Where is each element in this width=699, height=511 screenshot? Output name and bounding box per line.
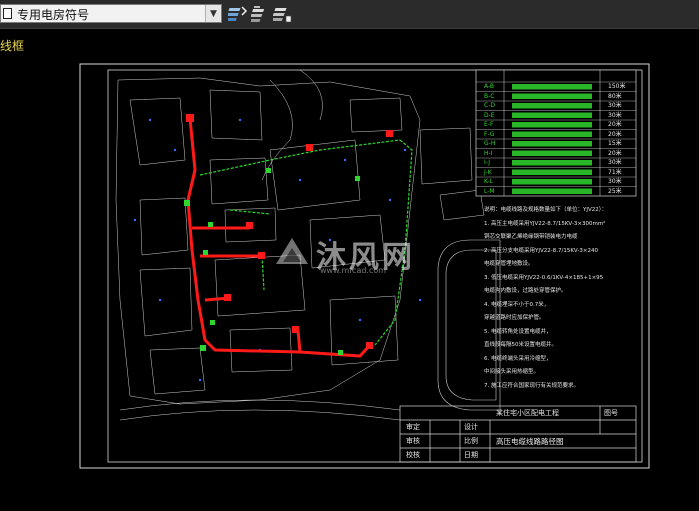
table-row-segment: F-G [484, 130, 495, 138]
cable-spec-swatch [512, 122, 592, 128]
note-line: 直线段每隔50米设置电缆井。 [484, 342, 557, 348]
note-line: 6. 电缆终端头采用冷缩型， [484, 355, 552, 362]
title-label-approve: 审定 [406, 423, 420, 431]
note-line: 电缆沟内敷设，过路处穿管保护。 [484, 288, 567, 294]
site-watermark: 沐风网 www.mfcad.com [270, 232, 440, 278]
table-row-segment: B-C [484, 92, 495, 100]
table-row-length: 15米 [608, 140, 622, 147]
table-row-segment: A-B [484, 83, 495, 90]
table-row-segment: D-E [484, 111, 495, 119]
note-line: 电缆穿管埋地敷设。 [484, 261, 534, 267]
note-line: 7. 施工应符合国家现行有关规范要求。 [484, 382, 579, 389]
table-row-length: 80米 [608, 92, 622, 100]
cable-spec-swatch [512, 141, 592, 147]
title-label-design: 设计 [464, 423, 478, 431]
cable-spec-swatch [512, 150, 592, 156]
table-row-segment: I-J [484, 159, 491, 166]
table-row-segment: J-K [484, 168, 492, 176]
watermark-url: www.mfcad.com [320, 266, 387, 275]
title-label-scale: 比例 [464, 437, 478, 445]
note-line: 铜芯交联聚乙烯绝缘钢带铠装电力电缆 [484, 234, 578, 240]
table-row-segment: E-F [484, 121, 494, 128]
table-row-length: 30米 [608, 178, 622, 185]
table-row-length: 30米 [608, 111, 622, 119]
title-label-review: 审核 [406, 437, 420, 445]
cable-spec-swatch [512, 169, 592, 175]
note-line: 穿越道路时应加保护管。 [484, 315, 545, 321]
table-row-length: 20米 [608, 121, 622, 128]
cable-spec-swatch [512, 112, 592, 118]
cable-spec-swatch [512, 103, 592, 109]
table-row-length: 20米 [608, 149, 622, 157]
note-line: 4. 电缆埋深不小于0.7米， [484, 301, 550, 308]
cable-spec-swatch [512, 84, 592, 90]
drawing-title: 高压电缆线路路径图 [496, 437, 564, 446]
title-label-check: 校核 [406, 451, 420, 459]
watermark-logo-icon [276, 238, 308, 264]
table-row-length: 30米 [608, 159, 622, 166]
cable-spec-swatch [512, 188, 592, 194]
note-line: 中间接头采用热缩型。 [484, 369, 540, 375]
table-row-length: 20米 [608, 130, 622, 138]
table-row-segment: L-M [484, 187, 495, 195]
table-row-length: 71米 [608, 168, 622, 176]
table-row-length: 150米 [608, 83, 626, 90]
note-line: 2. 高压分支电缆采用YJV22-8.7/15KV-3×240 [484, 247, 598, 254]
table-row-length: 30米 [608, 102, 622, 109]
title-label-date: 日期 [464, 451, 478, 459]
cable-spec-swatch [512, 93, 592, 99]
cable-spec-swatch [512, 160, 592, 166]
note-line: 5. 电缆转角处设置电缆井， [484, 328, 552, 335]
table-row-segment: K-L [484, 178, 493, 185]
table-row-length: 25米 [608, 187, 622, 195]
table-row-segment: H-I [484, 149, 493, 157]
title-label-drawing-no: 图号 [604, 409, 618, 417]
note-line: 3. 低压电缆采用YJV22-0.6/1KV-4×185+1×95 [484, 274, 604, 281]
table-row-segment: G-H [484, 140, 496, 147]
note-line: 说明：电缆线路及规格数量如下（单位：YJV22）： [484, 207, 607, 213]
project-name: 某住宅小区配电工程 [496, 409, 559, 417]
note-line: 1. 高压主电缆采用YJV22-8.7/15KV-3×300mm² [484, 220, 606, 227]
cable-spec-swatch [512, 131, 592, 137]
cable-spec-swatch [512, 179, 592, 185]
table-row-segment: C-D [484, 102, 495, 109]
